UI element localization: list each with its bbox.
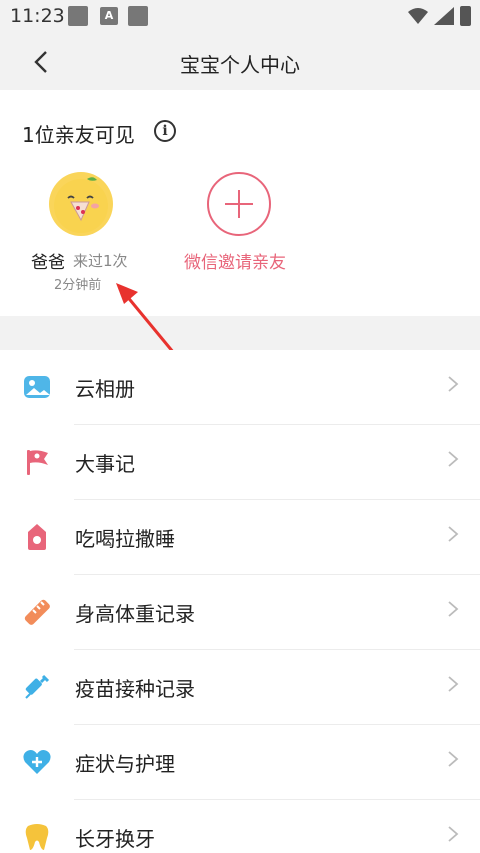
wifi-icon [408,8,428,24]
menu-label: 长牙换牙 [75,827,155,851]
syringe-icon [25,674,50,699]
menu-label: 疫苗接种记录 [75,677,195,701]
chevron-right-icon [448,526,459,542]
lemon-avatar-icon [54,177,108,233]
menu-item-vaccine[interactable]: 疫苗接种记录 [0,650,480,725]
menu-item-teething[interactable]: 长牙换牙 [0,800,480,853]
notification-icon [128,6,148,26]
heart-cross-icon [23,750,51,774]
invite-plus-button[interactable] [207,172,271,236]
invite-family-label[interactable]: 微信邀请亲友 [184,248,286,273]
battery-icon [460,6,471,26]
chevron-right-icon [448,376,459,392]
top-nav-bar: 宝宝个人中心 [0,34,480,90]
menu-label: 身高体重记录 [75,602,195,626]
page-title: 宝宝个人中心 [180,53,300,77]
flag-icon [27,450,48,475]
status-bar: 11:23 A [0,0,480,34]
ruler-icon [24,599,50,625]
info-icon[interactable]: i [154,120,176,142]
chevron-right-icon [448,826,459,842]
signal-icon [434,7,454,25]
menu-label: 云相册 [75,377,135,401]
avatar[interactable] [49,172,113,236]
chevron-right-icon [448,601,459,617]
member-name: 爸爸 [31,253,65,273]
menu-label: 症状与护理 [75,752,175,776]
baby-bottle-icon [28,524,46,550]
menu-item-cloud-album[interactable]: 云相册 [0,350,480,425]
notification-a-icon: A [100,7,118,25]
visible-count-title: 1位亲友可见 [22,123,135,147]
chevron-right-icon [448,451,459,467]
notification-icon [68,6,88,26]
menu-item-symptoms-care[interactable]: 症状与护理 [0,725,480,800]
menu-label: 大事记 [75,452,135,476]
status-time: 11:23 [10,5,65,27]
menu-item-height-weight[interactable]: 身高体重记录 [0,575,480,650]
menu-label: 吃喝拉撒睡 [75,527,175,551]
member-last-seen: 2分钟前 [54,278,102,293]
member-visit-count: 来过1次 [73,252,128,270]
menu-item-milestones[interactable]: 大事记 [0,425,480,500]
chevron-right-icon [448,676,459,692]
photo-album-icon [24,376,50,398]
feature-menu: 云相册 大事记 吃喝拉撒睡 身高体重记录 疫苗接种记录 症状与护理 长牙换牙 [0,350,480,853]
family-visibility-card: 1位亲友可见 i 爸爸 来过1次 2分钟前 微信邀请亲友 [0,90,480,316]
tooth-icon [25,824,49,850]
chevron-right-icon [448,751,459,767]
menu-item-daily-care[interactable]: 吃喝拉撒睡 [0,500,480,575]
